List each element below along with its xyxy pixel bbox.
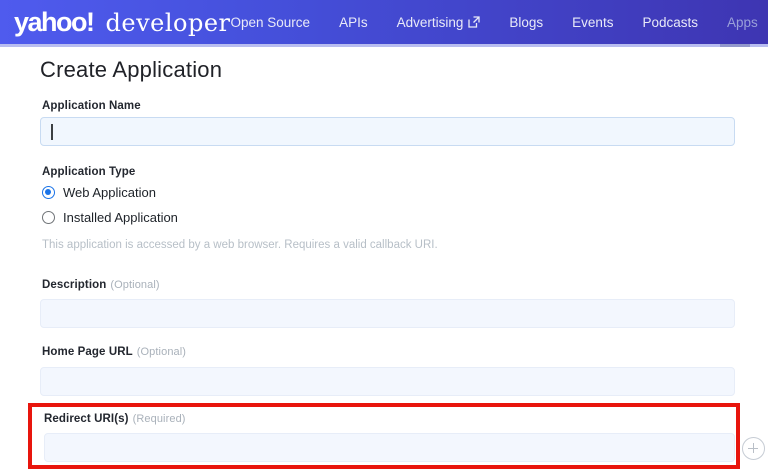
nav-item-blogs[interactable]: Blogs: [509, 15, 543, 30]
home-page-url-label: Home Page URL (Optional): [42, 346, 186, 358]
home-page-url-input[interactable]: [40, 367, 735, 396]
nav-item-podcasts[interactable]: Podcasts: [642, 15, 698, 30]
home-page-url-optional-hint: (Optional): [136, 346, 187, 358]
nav-item-label: APIs: [339, 14, 368, 30]
description-input[interactable]: [40, 299, 735, 328]
description-label: Description (Optional): [42, 279, 160, 291]
nav-item-apps-active[interactable]: Apps: [727, 15, 758, 30]
nav-item-open-source[interactable]: Open Source: [231, 15, 311, 30]
nav-item-label: Open Source: [230, 14, 311, 30]
nav-item-apis[interactable]: APIs: [339, 15, 368, 30]
top-navigation-bar: yahoo! developer Open Source APIs Advert…: [0, 0, 768, 47]
redirect-uris-input[interactable]: [44, 433, 735, 462]
redirect-uris-required-hint: (Required): [132, 413, 186, 425]
yahoo-developer-logo[interactable]: yahoo! developer: [14, 7, 231, 38]
radio-option-label: Web Application: [63, 185, 156, 200]
external-link-icon: [468, 16, 481, 28]
nav-item-advertising[interactable]: Advertising: [397, 15, 481, 30]
radio-option-web-application[interactable]: Web Application: [42, 185, 156, 200]
application-type-label: Application Type: [42, 166, 136, 178]
add-redirect-uri-button[interactable]: [742, 437, 765, 460]
application-type-help-text: This application is accessed by a web br…: [42, 239, 438, 251]
create-application-form: Create Application Application Name Appl…: [0, 47, 768, 476]
developer-wordmark: developer: [105, 8, 231, 37]
radio-option-label: Installed Application: [63, 210, 178, 225]
description-optional-hint: (Optional): [110, 279, 160, 291]
nav-item-label: Blogs: [509, 14, 544, 30]
nav-item-events[interactable]: Events: [572, 15, 613, 30]
application-name-label: Application Name: [42, 100, 141, 112]
redirect-uris-label-text: Redirect URI(s): [44, 413, 129, 425]
page-title: Create Application: [40, 57, 223, 82]
nav-item-label: Events: [572, 14, 614, 30]
yahoo-logo-wordmark: yahoo!: [14, 6, 95, 37]
nav-item-label: Advertising: [396, 14, 464, 30]
radio-unselected-icon[interactable]: [42, 211, 55, 224]
nav-links: Open Source APIs Advertising Blogs Event…: [231, 0, 768, 44]
radio-selected-icon[interactable]: [42, 186, 55, 199]
nav-item-label: Apps: [726, 14, 758, 30]
description-label-text: Description: [42, 279, 107, 291]
nav-item-label: Podcasts: [642, 14, 698, 30]
radio-option-installed-application[interactable]: Installed Application: [42, 210, 178, 225]
application-name-input[interactable]: [40, 117, 735, 146]
redirect-uris-label: Redirect URI(s) (Required): [44, 413, 186, 425]
home-page-url-label-text: Home Page URL: [42, 346, 133, 358]
text-cursor-caret: [51, 124, 53, 140]
